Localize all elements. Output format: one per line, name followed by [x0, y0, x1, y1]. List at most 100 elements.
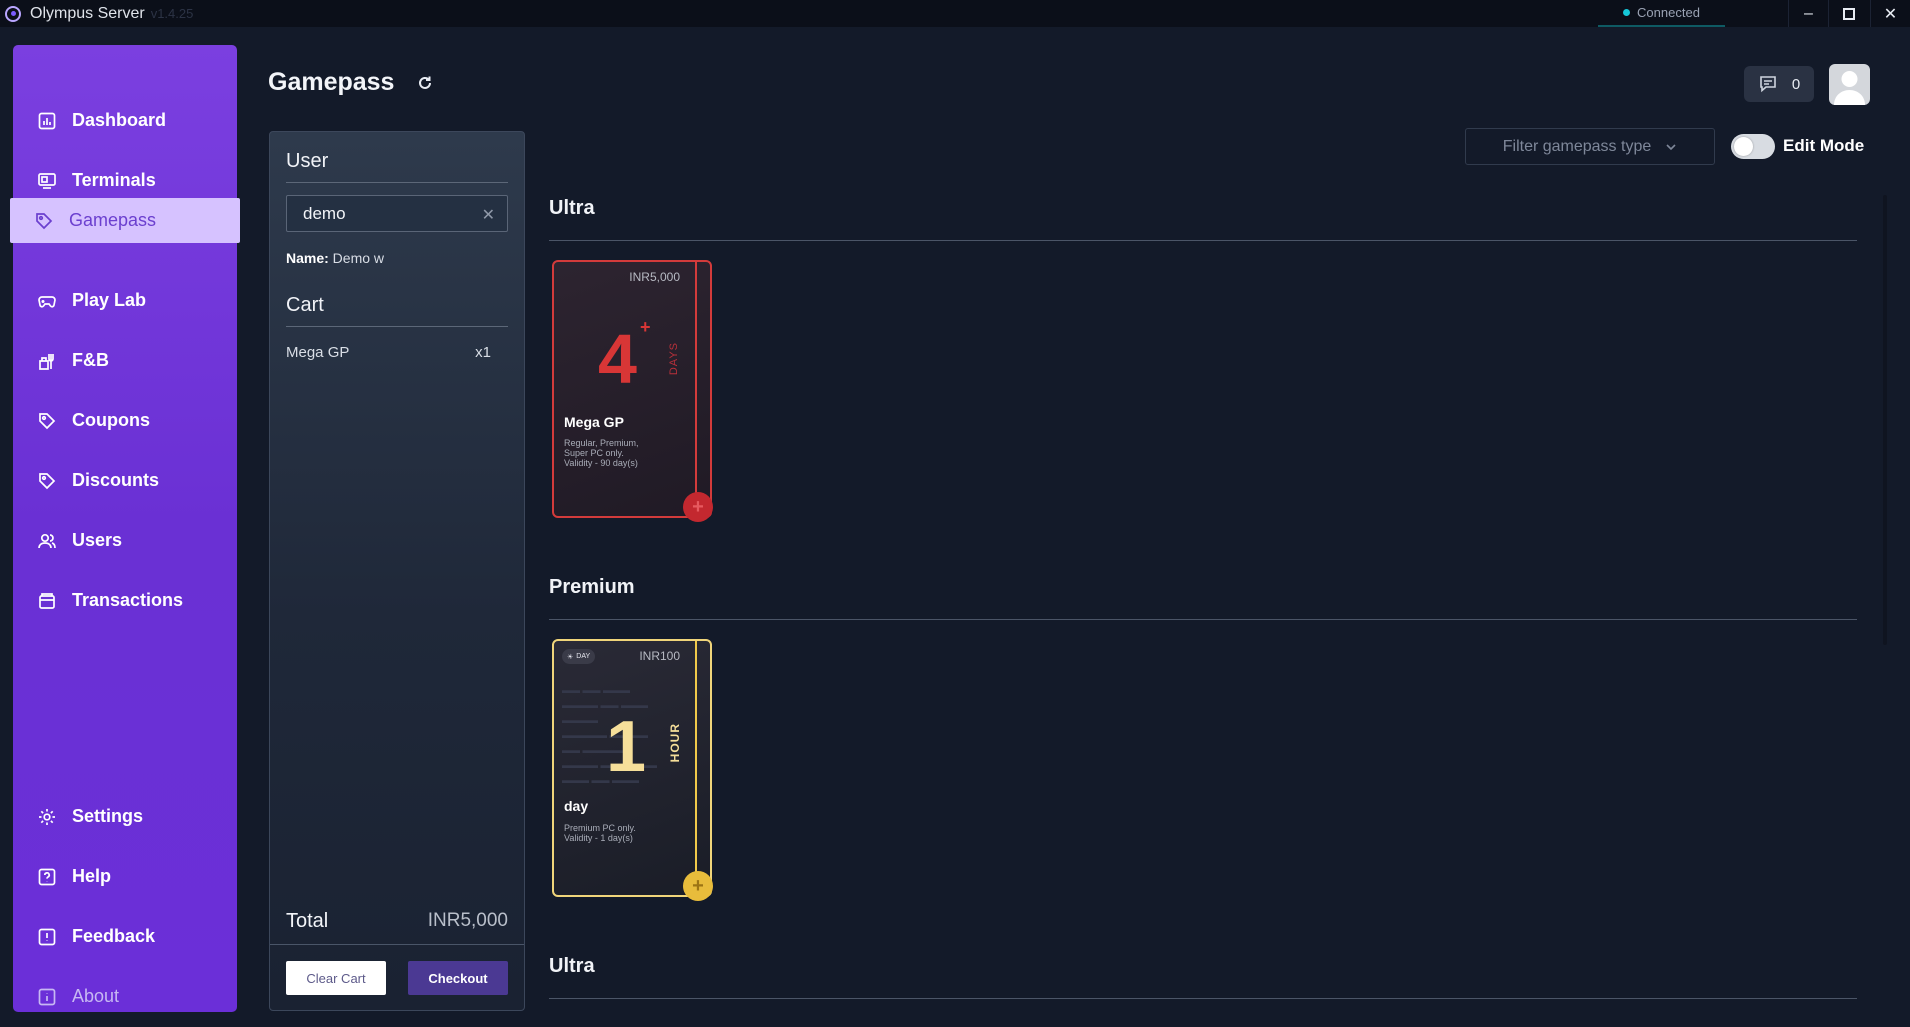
connection-status-text: Connected: [1637, 5, 1700, 20]
card-desc-line: Validity - 90 day(s): [564, 458, 638, 468]
sidebar-item-about[interactable]: About: [13, 974, 237, 1019]
scrollbar[interactable]: [1883, 195, 1887, 645]
cart-item: Mega GP x1: [286, 344, 491, 361]
gamepad-icon: [36, 290, 58, 312]
section-divider: [549, 619, 1857, 620]
chevron-down-icon: [1666, 143, 1676, 150]
card-description: Premium PC only. Validity - 1 day(s): [564, 823, 664, 843]
day-badge: ☀ DAY: [562, 649, 596, 664]
sidebar-item-label: About: [72, 986, 120, 1006]
divider: [286, 326, 508, 327]
gear-icon: [36, 806, 58, 828]
card-duration-value: 1: [606, 707, 647, 787]
card-description: Regular, Premium, Super PC only. Validit…: [564, 438, 664, 468]
tag-icon: [33, 210, 55, 232]
card-desc-line: Regular, Premium,: [564, 438, 639, 448]
minimize-button[interactable]: –: [1788, 0, 1828, 27]
message-icon: [1760, 76, 1776, 93]
tag-icon: [36, 410, 58, 432]
sun-icon: ☀: [567, 653, 574, 661]
gamepass-type-filter[interactable]: Filter gamepass type: [1465, 128, 1715, 165]
card-desc-line: Validity - 1 day(s): [564, 833, 633, 843]
checkout-button[interactable]: Checkout: [408, 961, 508, 995]
sidebar-item-label: Transactions: [72, 590, 184, 610]
checkout-panel: User ✕ Name: Demo w Cart Mega GP x1 Tota…: [269, 131, 525, 1011]
name-value: Demo w: [328, 250, 385, 266]
card-name: day: [564, 798, 589, 814]
card-plus-sign: +: [640, 317, 651, 337]
card-duration-unit: HOUR: [668, 723, 682, 763]
user-avatar-icon: [1834, 71, 1865, 105]
page-title: Gamepass: [268, 68, 395, 96]
edit-mode-label: Edit Mode: [1783, 136, 1865, 155]
sidebar-item-label: Discounts: [72, 470, 160, 490]
maximize-icon: [1842, 7, 1855, 20]
sidebar-item-label: Coupons: [72, 410, 150, 430]
notification-count: 0: [1791, 75, 1801, 93]
user-search-input[interactable]: [303, 203, 473, 224]
user-search-field[interactable]: ✕: [286, 195, 508, 232]
clear-cart-button[interactable]: Clear Cart: [286, 961, 386, 995]
notifications-button[interactable]: 0: [1744, 66, 1814, 102]
terminal-icon: [36, 170, 58, 192]
sidebar-item-label: Play Lab: [72, 290, 147, 310]
cart-item-qty: x1: [475, 344, 491, 361]
chart-icon: [36, 110, 58, 132]
sidebar-item-settings[interactable]: Settings: [13, 794, 237, 839]
section-title-ultra: Ultra: [549, 955, 595, 977]
add-to-cart-button[interactable]: +: [683, 492, 713, 522]
sidebar-item-label: Users: [72, 530, 123, 550]
card-name: Mega GP: [564, 414, 624, 430]
sidebar-item-label: Settings: [72, 806, 144, 826]
sidebar-item-discounts[interactable]: Discounts: [13, 458, 237, 503]
sidebar-item-help[interactable]: Help: [13, 854, 237, 899]
clear-input-icon[interactable]: ✕: [482, 205, 495, 225]
user-heading: User: [286, 150, 329, 172]
card-accent-bar: [695, 641, 697, 881]
sidebar-item-feedback[interactable]: Feedback: [13, 914, 237, 959]
section-title-ultra: Ultra: [549, 197, 595, 219]
close-button[interactable]: ✕: [1870, 0, 1910, 27]
edit-mode-toggle[interactable]: [1731, 134, 1775, 159]
app-title: Olympus Server: [30, 4, 145, 22]
users-icon: [36, 530, 58, 552]
sidebar-item-fnb[interactable]: F&B: [13, 338, 237, 383]
card-price: INR100: [639, 649, 680, 663]
title-bar: Olympus Server v1.4.25 Connected – ✕: [0, 0, 1910, 27]
gamepass-card-day[interactable]: ☀ DAY INR100 ▬▬ ▬▬ ▬▬▬ ▬▬▬▬ ▬▬ ▬▬▬ ▬▬▬▬ ▬▬▬▬…: [552, 639, 713, 901]
filter-placeholder: Filter gamepass type: [1502, 137, 1652, 155]
card-desc-line: Super PC only.: [564, 448, 624, 458]
badge-label: DAY: [576, 653, 591, 660]
total-row: Total INR5,000: [286, 910, 508, 933]
sidebar: Dashboard Terminals Gamepass Play Lab F&…: [10, 45, 240, 1012]
feedback-icon: [36, 926, 58, 948]
gamepass-card-mega-gp[interactable]: INR5,000 4 + DAYS Mega GP Regular, Premi…: [552, 260, 713, 522]
sidebar-item-label: Help: [72, 866, 112, 886]
refresh-icon[interactable]: [416, 74, 434, 92]
sidebar-item-users[interactable]: Users: [13, 518, 237, 563]
avatar[interactable]: [1829, 64, 1870, 105]
sidebar-item-gamepass[interactable]: Gamepass: [10, 198, 240, 243]
card-duration-unit: DAYS: [668, 342, 680, 376]
status-dot-icon: [1623, 9, 1631, 16]
total-label: Total: [286, 910, 329, 932]
sidebar-item-dashboard[interactable]: Dashboard: [13, 98, 237, 143]
maximize-button[interactable]: [1828, 0, 1868, 27]
sidebar-item-label: Dashboard: [72, 110, 167, 130]
sidebar-item-transactions[interactable]: Transactions: [13, 578, 237, 623]
sidebar-item-label: Gamepass: [69, 210, 157, 230]
cart-item-name: Mega GP: [286, 344, 350, 361]
divider: [286, 182, 508, 183]
sidebar-item-coupons[interactable]: Coupons: [13, 398, 237, 443]
wallet-icon: [36, 590, 58, 612]
section-divider: [549, 240, 1857, 241]
divider: [270, 944, 524, 945]
name-label: Name:: [286, 250, 329, 266]
sidebar-item-play-lab[interactable]: Play Lab: [13, 278, 237, 323]
add-to-cart-button[interactable]: +: [683, 871, 713, 901]
sidebar-item-terminals[interactable]: Terminals: [13, 158, 237, 203]
card-accent-bar: [695, 262, 697, 502]
card-duration-value: 4: [598, 320, 637, 398]
section-title-premium: Premium: [549, 576, 635, 598]
section-divider: [549, 998, 1857, 999]
